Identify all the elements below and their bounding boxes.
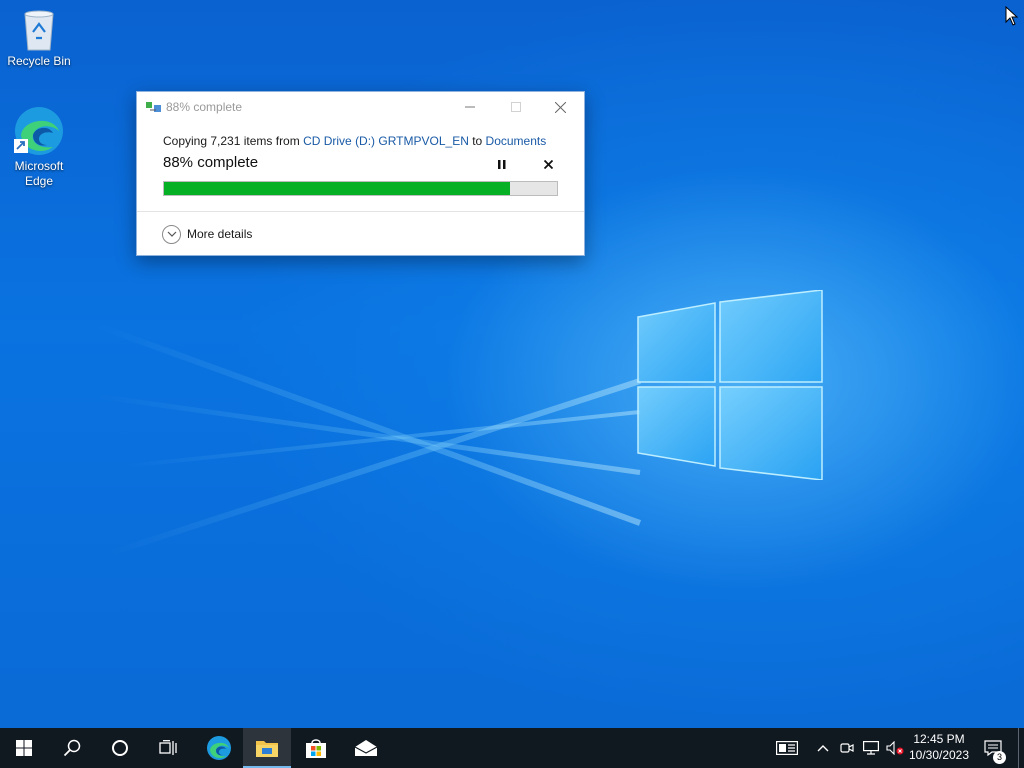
volume-muted-icon — [886, 741, 904, 755]
maximize-button[interactable] — [493, 92, 539, 122]
notification-count-badge: 3 — [993, 751, 1006, 764]
copy-status-mid: to — [468, 134, 486, 148]
network-button[interactable] — [860, 728, 882, 768]
pause-icon — [498, 159, 506, 169]
edge-icon — [207, 736, 231, 760]
desktop-icon-recycle-bin[interactable]: Recycle Bin — [1, 8, 77, 69]
light-ray — [106, 378, 641, 557]
chevron-up-icon — [817, 745, 829, 752]
desktop: Recycle Bin Microsoft Edge 88% complete — [0, 0, 1024, 728]
close-icon — [543, 159, 553, 169]
mouse-cursor-icon — [1005, 6, 1019, 26]
clock-date: 10/30/2023 — [908, 748, 970, 762]
chevron-down-icon — [162, 224, 181, 244]
volume-button[interactable] — [884, 728, 906, 768]
cortana-icon — [112, 740, 128, 756]
taskbar: 12:45 PM 10/30/2023 — [0, 728, 1024, 768]
copy-status-prefix: Copying 7,231 items from — [163, 134, 304, 148]
progress-bar — [163, 181, 558, 196]
percent-complete-label: 88% complete — [163, 154, 259, 171]
pause-button[interactable] — [493, 156, 511, 172]
taskbar-file-explorer-button[interactable] — [243, 728, 291, 768]
light-ray — [93, 321, 642, 526]
dialog-titlebar[interactable]: 88% complete — [137, 92, 584, 122]
mail-icon — [354, 740, 378, 756]
desktop-icon-label: Microsoft Edge — [14, 159, 64, 188]
clock[interactable]: 12:45 PM 10/30/2023 — [906, 731, 972, 763]
clock-time: 12:45 PM — [913, 732, 965, 746]
show-hidden-icons-button[interactable] — [812, 728, 834, 768]
network-icon — [863, 741, 879, 755]
task-view-icon — [159, 740, 177, 755]
meet-now-button[interactable] — [837, 728, 857, 768]
minimize-button[interactable] — [447, 92, 493, 122]
start-icon — [16, 740, 32, 756]
more-details-label: More details — [187, 227, 253, 241]
desktop-icon-label: Recycle Bin — [7, 54, 71, 68]
task-view-button[interactable] — [144, 728, 192, 768]
taskbar-mail-button[interactable] — [342, 728, 390, 768]
show-desktop-button[interactable] — [1018, 728, 1019, 768]
progress-fill — [164, 182, 510, 195]
maximize-icon — [511, 102, 521, 112]
close-icon — [554, 101, 566, 113]
taskbar-store-button[interactable] — [292, 728, 340, 768]
search-icon — [63, 739, 81, 757]
destination-link[interactable]: Documents — [486, 134, 547, 148]
dialog-title: 88% complete — [166, 100, 243, 114]
recycle-bin-icon — [24, 10, 54, 51]
source-link[interactable]: CD Drive (D:) GRTMPVOL_EN — [303, 134, 469, 148]
cancel-copy-button[interactable] — [539, 156, 557, 172]
copy-status-line: Copying 7,231 items from CD Drive (D:) G… — [163, 134, 546, 148]
close-button[interactable] — [537, 92, 583, 122]
cortana-button[interactable] — [96, 728, 144, 768]
windows-logo-icon — [637, 290, 823, 480]
news-widget-button[interactable] — [772, 728, 802, 768]
copy-progress-dialog: 88% complete Copying 7,231 items from CD… — [136, 91, 585, 256]
dialog-divider — [137, 211, 584, 212]
search-button[interactable] — [48, 728, 96, 768]
more-details-toggle[interactable]: More details — [162, 223, 252, 245]
taskbar-edge-button[interactable] — [195, 728, 243, 768]
start-button[interactable] — [0, 728, 48, 768]
store-icon — [306, 739, 326, 758]
copy-files-icon — [146, 102, 161, 112]
edge-icon — [14, 107, 63, 155]
news-icon — [776, 741, 798, 755]
camera-icon — [840, 743, 854, 753]
desktop-icon-microsoft-edge[interactable]: Microsoft Edge — [1, 105, 77, 189]
minimize-icon — [465, 106, 475, 108]
file-explorer-icon — [256, 741, 278, 757]
